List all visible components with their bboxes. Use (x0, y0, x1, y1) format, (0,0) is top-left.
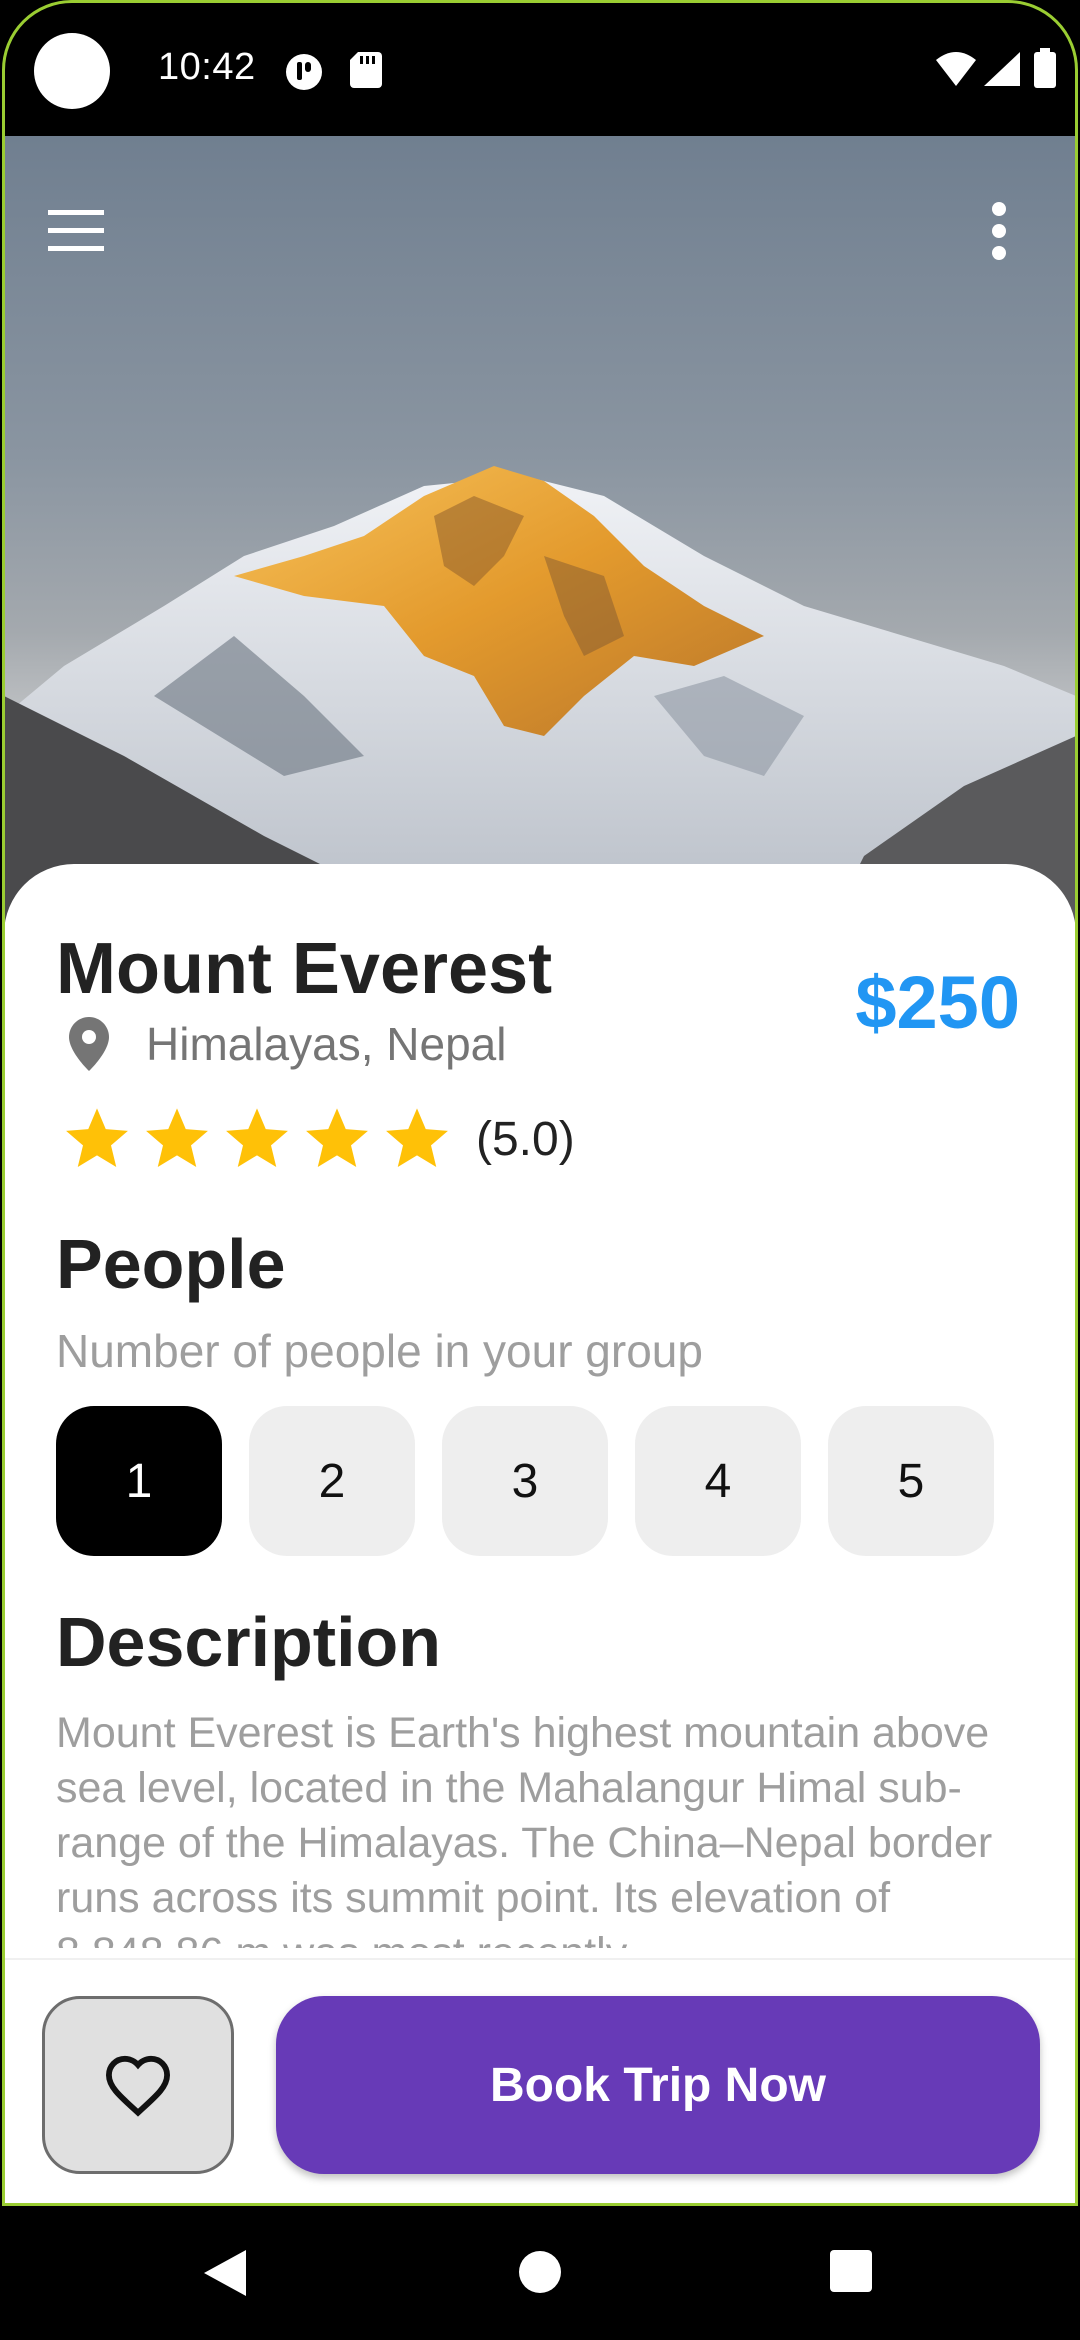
people-option-1[interactable]: 1 (56, 1406, 222, 1556)
phone-screen: 10:42 Mount Everest $250 Himalayas, Nepa… (0, 0, 1080, 2340)
hero-image (4, 136, 1076, 936)
back-icon[interactable] (204, 2250, 246, 2301)
status-bar: 10:42 (0, 0, 1080, 136)
trip-title: Mount Everest (56, 929, 553, 1009)
location-text: Himalayas, Nepal (146, 1018, 507, 1070)
rating-value: (5.0) (476, 1112, 575, 1166)
camera-cutout (34, 33, 110, 109)
heart-outline-icon (105, 2055, 171, 2117)
home-icon[interactable] (518, 2250, 562, 2299)
notification-icon (284, 52, 324, 92)
recents-icon[interactable] (830, 2250, 872, 2297)
star-icon (66, 1108, 128, 1167)
navigation-bar (0, 2206, 1080, 2340)
description-text: Mount Everest is Earth's highest mountai… (56, 1709, 993, 1948)
wifi-icon (936, 52, 976, 86)
star-icon (386, 1108, 448, 1167)
favorite-button[interactable] (42, 1996, 234, 2174)
mountain-image (4, 466, 1076, 936)
sd-card-icon (350, 52, 382, 88)
book-trip-button[interactable]: Book Trip Now (276, 1996, 1040, 2174)
bottom-action-bar: Book Trip Now (4, 1958, 1076, 2204)
description-title: Description (56, 1603, 442, 1681)
star-icon (226, 1108, 288, 1167)
people-selector: 1 2 3 4 5 (56, 1406, 1021, 1556)
people-subtitle: Number of people in your group (56, 1325, 703, 1377)
people-option-4[interactable]: 4 (635, 1406, 801, 1556)
star-icon (306, 1108, 368, 1167)
menu-icon[interactable] (44, 206, 108, 261)
people-option-3[interactable]: 3 (442, 1406, 608, 1556)
people-option-5[interactable]: 5 (828, 1406, 994, 1556)
people-title: People (56, 1225, 286, 1303)
signal-icon (984, 52, 1020, 86)
trip-price: $250 (855, 961, 1020, 1044)
star-icon (146, 1108, 208, 1167)
people-option-2[interactable]: 2 (249, 1406, 415, 1556)
location-row: Himalayas, Nepal (62, 1016, 506, 1072)
location-pin-icon (62, 1016, 116, 1072)
battery-icon (1034, 48, 1056, 88)
more-vert-icon[interactable] (988, 200, 1010, 267)
status-time: 10:42 (158, 46, 256, 88)
rating-row: (5.0) (62, 1104, 575, 1174)
